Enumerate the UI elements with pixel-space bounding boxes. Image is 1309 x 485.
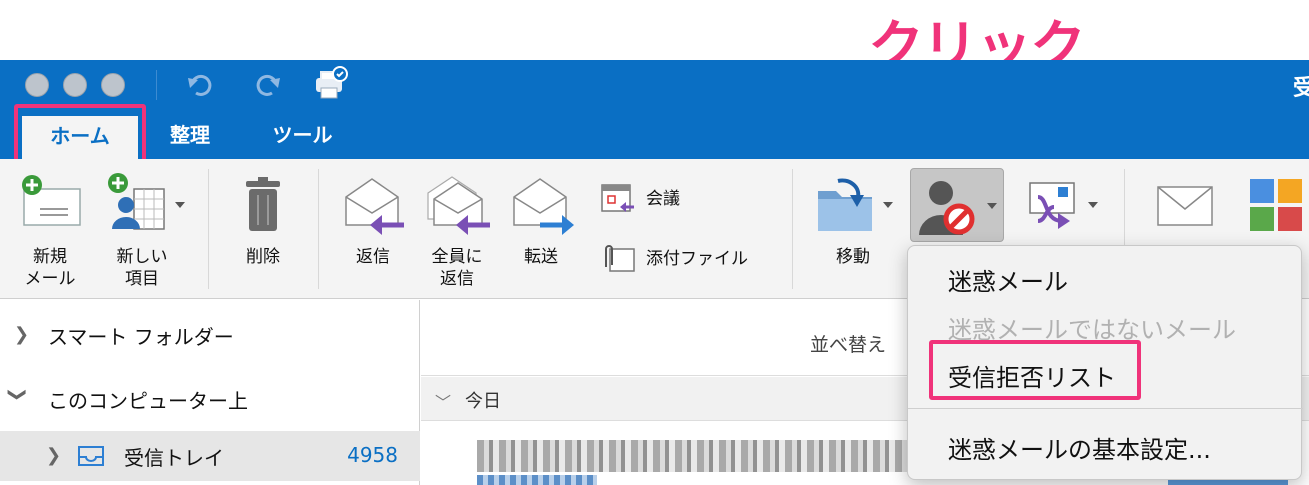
chevron-down-icon: ﹀ [435, 393, 452, 412]
move-dropdown-chevron-icon[interactable] [883, 202, 893, 208]
menu-item-junk-preferences[interactable]: 迷惑メールの基本設定... [948, 430, 1211, 465]
rules-dropdown-chevron-icon[interactable] [1088, 202, 1098, 208]
undo-icon[interactable] [186, 70, 216, 100]
folder-label: スマート フォルダー [48, 325, 234, 349]
minimize-window-button[interactable] [63, 73, 87, 97]
meeting-label[interactable]: 会議 [646, 187, 680, 211]
attachment-label[interactable]: 添付ファイル [646, 247, 748, 271]
chevron-down-icon[interactable]: ❯ [7, 387, 28, 402]
reply-all-label: 全員に 返信 [431, 247, 483, 289]
redo-icon[interactable] [252, 70, 282, 100]
junk-block-icon [919, 181, 975, 235]
chevron-right-icon[interactable]: ❯ [14, 324, 29, 345]
attachment-icon[interactable] [600, 243, 636, 275]
inbox-tray-icon [78, 446, 104, 466]
print-icon[interactable] [312, 66, 348, 102]
chevron-right-icon[interactable]: ❯ [46, 445, 61, 466]
home-tab-highlight [14, 104, 146, 166]
meeting-icon[interactable] [600, 183, 636, 217]
trash-icon[interactable] [240, 177, 286, 233]
ribbon-divider [318, 169, 319, 289]
block-sender-highlight [929, 340, 1141, 400]
group-label: 今日 [465, 391, 501, 412]
move-label: 移動 [836, 247, 870, 267]
folder-smart-folders[interactable]: ❯ スマート フォルダー [0, 310, 420, 360]
ribbon-divider [792, 169, 793, 289]
categorize-icon[interactable] [1250, 179, 1302, 231]
reply-all-icon[interactable] [426, 173, 492, 237]
folder-label: 受信トレイ [124, 446, 224, 470]
reply-icon[interactable] [342, 175, 408, 237]
titlebar-divider [156, 70, 157, 100]
tab-tools[interactable]: ツール [255, 112, 350, 159]
junk-dropdown-chevron-icon[interactable] [987, 203, 997, 209]
new-mail-label: 新規 メール [24, 247, 76, 289]
rules-icon[interactable] [1024, 181, 1080, 233]
ribbon-tab-bar: ホーム 整理 ツール [0, 112, 1309, 159]
menu-item-junk[interactable]: 迷惑メール [948, 262, 1068, 297]
junk-mail-button[interactable] [910, 168, 1004, 242]
reply-label: 返信 [356, 247, 390, 267]
new-item-icon[interactable] [104, 173, 170, 233]
folder-inbox[interactable]: ❯ 受信トレイ 4958 [0, 431, 420, 481]
new-item-label: 新しい 項目 [116, 247, 168, 289]
screen: クリック 受 ホーム 整理 ツール 新規 メール 新しい 項目 削除 返信 全員… [0, 0, 1309, 485]
unread-count-badge: 4958 [347, 443, 398, 467]
close-window-button[interactable] [25, 73, 49, 97]
ribbon-divider [208, 169, 209, 289]
sort-by-button[interactable]: 並べ替え [810, 330, 886, 357]
menu-divider [908, 408, 1303, 409]
delete-label: 削除 [246, 247, 280, 267]
new-mail-icon[interactable] [18, 175, 84, 229]
forward-icon[interactable] [510, 175, 576, 237]
zoom-window-button[interactable] [101, 73, 125, 97]
blurred-sender[interactable] [477, 440, 907, 472]
folder-pane: ❯ スマート フォルダー ❯ このコンピューター上 ❯ 受信トレイ 4958 [0, 300, 420, 485]
title-bar: 受 [0, 60, 1309, 112]
window-title: 受 [1292, 76, 1309, 101]
mail-envelope-icon[interactable] [1156, 185, 1214, 227]
new-item-dropdown-chevron-icon[interactable] [175, 202, 185, 208]
tab-organize[interactable]: 整理 [150, 112, 230, 159]
folder-on-my-computer[interactable]: ❯ このコンピューター上 [0, 374, 420, 424]
forward-label: 転送 [524, 247, 558, 267]
folder-label: このコンピューター上 [48, 389, 248, 413]
move-folder-icon[interactable] [816, 177, 874, 233]
blurred-subject [477, 475, 597, 485]
